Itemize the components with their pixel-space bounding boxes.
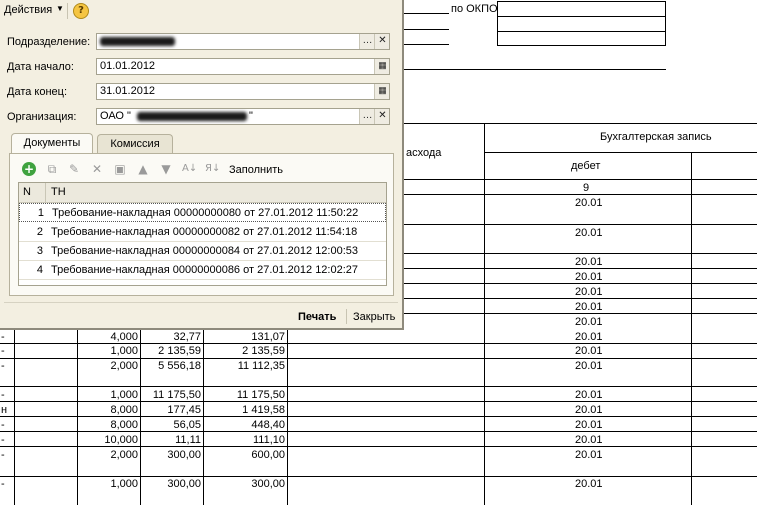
- actions-menu[interactable]: Действия: [4, 4, 52, 16]
- redacted-subdivision: [100, 37, 175, 46]
- move-up-icon[interactable]: ▲: [136, 162, 150, 176]
- grid-header: N ТН: [19, 183, 386, 203]
- organization-value-end: ": [249, 110, 253, 122]
- add-row-icon[interactable]: +: [22, 162, 36, 176]
- toolbar-divider: [67, 3, 68, 19]
- redacted-organization: [137, 112, 247, 121]
- debet-value: 20.01: [575, 331, 603, 343]
- edit-row-icon[interactable]: ✎: [67, 162, 81, 176]
- organization-clear-icon[interactable]: ✕: [374, 109, 389, 124]
- tab-documents[interactable]: Документы: [11, 133, 93, 154]
- footer-divider: [4, 302, 398, 303]
- fill-button[interactable]: Заполнить: [229, 163, 283, 177]
- move-down-icon[interactable]: ▼: [159, 162, 173, 176]
- sort-descending-icon[interactable]: Я↓: [205, 162, 220, 176]
- debet-value: 20.01: [575, 316, 603, 328]
- calendar-icon[interactable]: ▦: [374, 84, 389, 99]
- end-date-field[interactable]: 31.01.2012 ▦: [96, 83, 390, 100]
- start-date-field[interactable]: 01.01.2012 ▦: [96, 58, 390, 75]
- calendar-icon[interactable]: ▦: [374, 59, 389, 74]
- debet-value: 20.01: [575, 227, 603, 239]
- debet-value: 20.01: [575, 271, 603, 283]
- footer-button-separator: [346, 309, 347, 324]
- tab-commission[interactable]: Комиссия: [97, 134, 173, 154]
- start-date-value: 01.01.2012: [100, 60, 156, 72]
- header-col-number: 9: [583, 182, 590, 194]
- start-date-label: Дата начало:: [7, 61, 74, 73]
- grid-row[interactable]: 1 Требование-накладная 00000000080 от 27…: [19, 203, 386, 222]
- debet-value: 20.01: [575, 301, 603, 313]
- organization-label: Организация:: [7, 111, 77, 123]
- print-button[interactable]: Печать: [298, 310, 336, 324]
- help-icon[interactable]: ?: [73, 3, 89, 19]
- subdivision-clear-icon[interactable]: ✕: [374, 34, 389, 49]
- copy-row-icon[interactable]: ⧉: [45, 162, 59, 176]
- subdivision-label: Подразделение:: [7, 36, 91, 48]
- close-button[interactable]: Закрыть: [353, 310, 395, 324]
- grid-header-th[interactable]: ТН: [51, 186, 66, 198]
- dialog-toolbar: Действия ▼ ?: [0, 0, 402, 24]
- actions-dropdown-icon[interactable]: ▼: [56, 4, 64, 13]
- organization-field[interactable]: ОАО " " … ✕: [96, 108, 390, 125]
- delete-row-icon[interactable]: ✕: [90, 162, 104, 176]
- end-date-value: 31.01.2012: [100, 85, 156, 97]
- organization-select-button[interactable]: …: [359, 109, 375, 124]
- header-buh: Бухгалтерская запись: [600, 131, 712, 143]
- documents-grid: N ТН 1 Требование-накладная 00000000080 …: [18, 182, 387, 286]
- subdivision-select-button[interactable]: …: [359, 34, 375, 49]
- report-settings-dialog: Действия ▼ ? Подразделение: … ✕ Дата нач…: [0, 0, 404, 330]
- grid-row[interactable]: 3 Требование-накладная 00000000084 от 27…: [19, 242, 386, 261]
- save-icon[interactable]: ▣: [113, 162, 127, 176]
- sort-ascending-icon[interactable]: A↓: [182, 162, 197, 176]
- okpo-box: [497, 1, 666, 46]
- grid-header-n[interactable]: N: [23, 186, 31, 198]
- grid-row[interactable]: 4 Требование-накладная 00000000086 от 27…: [19, 261, 386, 280]
- documents-panel: + ⧉ ✎ ✕ ▣ ▲ ▼ A↓ Я↓ Заполнить N ТН 1 Тре…: [9, 153, 394, 296]
- organization-value: ОАО ": [100, 110, 131, 122]
- subdivision-field[interactable]: … ✕: [96, 33, 390, 50]
- debet-value: 20.01: [575, 197, 603, 209]
- debet-value: 20.01: [575, 286, 603, 298]
- header-debet: дебет: [571, 160, 601, 172]
- okpo-label: по ОКПО: [451, 3, 498, 15]
- end-date-label: Дата конец:: [7, 86, 68, 98]
- grid-row[interactable]: 2 Требование-накладная 00000000082 от 27…: [19, 223, 386, 242]
- header-partial: асхода: [406, 147, 442, 159]
- debet-value: 20.01: [575, 256, 603, 268]
